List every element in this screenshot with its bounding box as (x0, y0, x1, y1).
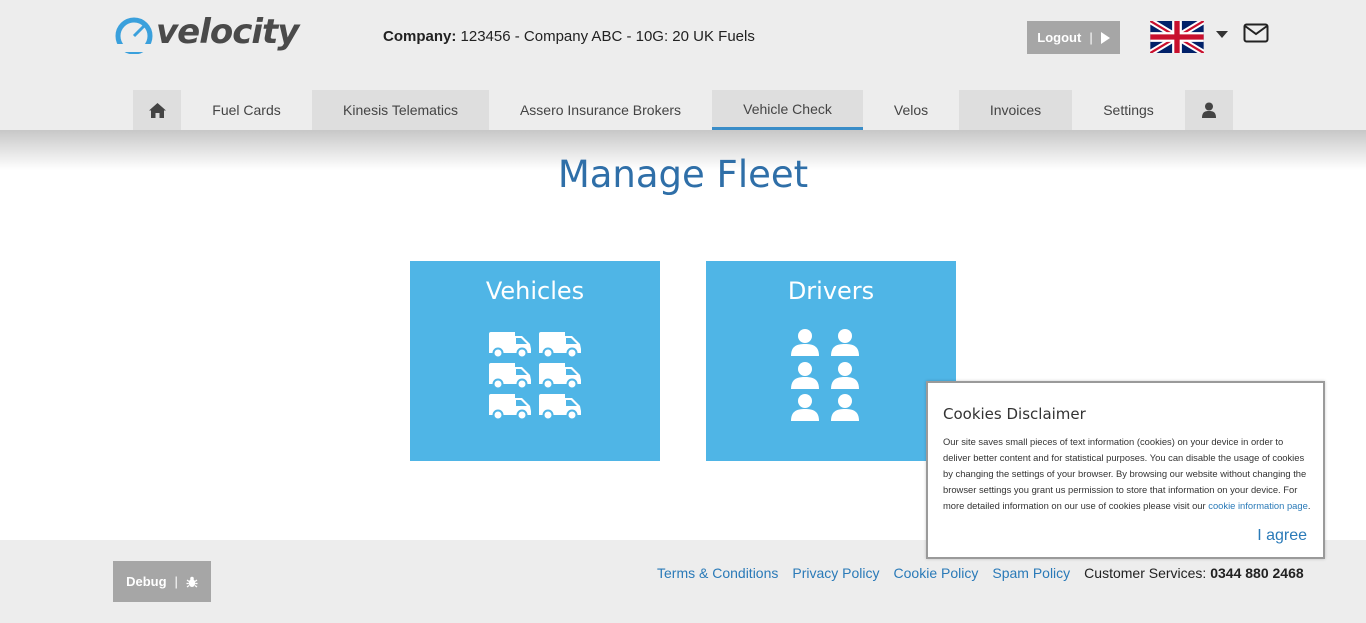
speedometer-icon (115, 17, 153, 55)
company-label: Company: (383, 28, 457, 45)
vehicles-tile[interactable]: Vehicles (410, 261, 660, 461)
user-icon (1202, 102, 1216, 118)
drivers-tile-title: Drivers (787, 277, 875, 305)
cookie-information-link[interactable]: cookie information page (1208, 500, 1308, 511)
debug-label: Debug (126, 574, 167, 589)
language-dropdown-caret-icon[interactable] (1216, 31, 1228, 38)
main-nav: Fuel Cards Kinesis Telematics Assero Ins… (133, 90, 1233, 130)
company-value: 123456 - Company ABC - 10G: 20 UK Fuels (460, 28, 755, 45)
drivers-tile[interactable]: Drivers (706, 261, 956, 461)
nav-home[interactable] (133, 90, 181, 130)
customer-services-label: Customer Services: (1084, 565, 1207, 581)
bug-icon (186, 576, 198, 587)
cookies-disclaimer-title: Cookies Disclaimer (943, 405, 1086, 423)
customer-services-phone: 0344 880 2468 (1210, 565, 1304, 581)
nav-user[interactable] (1185, 90, 1233, 130)
cookie-policy-link[interactable]: Cookie Policy (894, 565, 979, 581)
logo-text: velocity (156, 12, 299, 52)
debug-button[interactable]: Debug | (113, 561, 211, 602)
cookies-disclaimer-dialog: Cookies Disclaimer Our site saves small … (926, 381, 1325, 559)
nav-kinesis-telematics[interactable]: Kinesis Telematics (312, 90, 489, 130)
privacy-policy-link[interactable]: Privacy Policy (792, 565, 879, 581)
vans-icon (488, 331, 582, 421)
debug-separator: | (174, 574, 178, 589)
logout-separator: | (1089, 30, 1093, 45)
footer-links: Terms & Conditions Privacy Policy Cookie… (657, 565, 1304, 581)
nav-assero-insurance-brokers[interactable]: Assero Insurance Brokers (489, 90, 712, 130)
velocity-logo[interactable]: velocity (112, 12, 299, 55)
uk-flag-icon[interactable] (1150, 21, 1204, 53)
logout-label: Logout (1037, 30, 1082, 45)
agree-button[interactable]: I agree (1257, 527, 1307, 545)
spam-policy-link[interactable]: Spam Policy (992, 565, 1070, 581)
customer-services: Customer Services: 0344 880 2468 (1084, 565, 1303, 581)
logout-button[interactable]: Logout | (1027, 21, 1120, 54)
nav-vehicle-check[interactable]: Vehicle Check (712, 90, 863, 130)
mail-icon[interactable] (1243, 23, 1269, 45)
nav-invoices[interactable]: Invoices (959, 90, 1072, 130)
nav-fuel-cards[interactable]: Fuel Cards (181, 90, 312, 130)
nav-velos[interactable]: Velos (863, 90, 959, 130)
vehicles-tile-title: Vehicles (485, 277, 585, 305)
nav-settings[interactable]: Settings (1072, 90, 1185, 130)
play-icon (1100, 31, 1110, 44)
page-title: Manage Fleet (557, 153, 809, 196)
cookies-disclaimer-tail: . (1307, 500, 1311, 511)
terms-link[interactable]: Terms & Conditions (657, 565, 778, 581)
home-icon (148, 102, 166, 118)
drivers-icon (791, 329, 859, 421)
cookies-disclaimer-text: Our site saves small pieces of text info… (943, 434, 1313, 514)
company-info: Company: 123456 - Company ABC - 10G: 20 … (383, 28, 755, 45)
